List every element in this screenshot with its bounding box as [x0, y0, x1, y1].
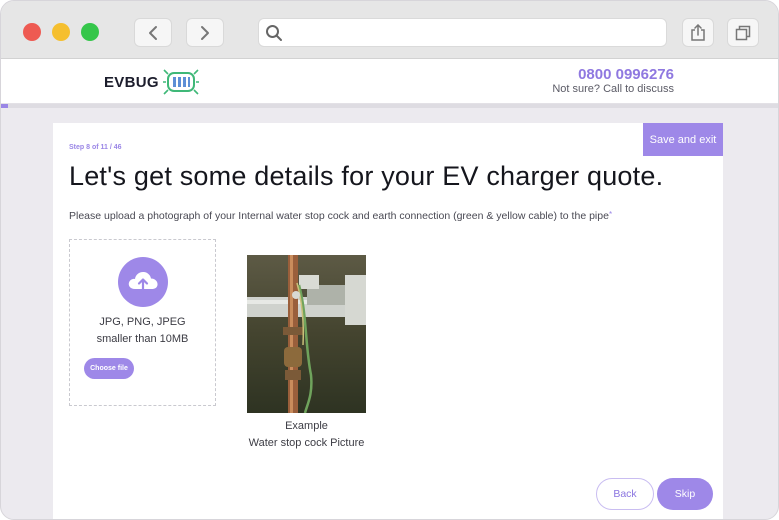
save-and-exit-button[interactable]: Save and exit	[643, 123, 723, 156]
step-indicator: Step 8 of 11 / 46	[69, 144, 122, 151]
skip-button[interactable]: Skip	[657, 478, 713, 510]
close-window-button[interactable]	[23, 23, 41, 41]
accepted-formats: JPG, PNG, JPEG	[99, 316, 186, 328]
address-bar[interactable]	[258, 18, 667, 47]
required-mark: *	[608, 210, 613, 219]
minimize-window-button[interactable]	[52, 23, 70, 41]
phone-number[interactable]: 0800 0996276	[578, 66, 674, 83]
example-label: Example	[285, 420, 328, 432]
maximize-window-button[interactable]	[81, 23, 99, 41]
max-file-size: smaller than 10MB	[96, 333, 189, 345]
cloud-upload-icon	[118, 257, 168, 307]
choose-file-button[interactable]: Choose file	[84, 358, 134, 379]
upload-instruction: Please upload a photograph of your Inter…	[69, 210, 612, 222]
logo-text: EVBUG	[104, 73, 159, 91]
browser-window: EVBUG 0800 0996276 Not sure? Call to dis…	[0, 0, 779, 520]
upload-instruction-text: Please upload a photograph of your Inter…	[69, 210, 609, 222]
page-title: Let's get some details for your EV charg…	[69, 161, 664, 191]
browser-forward-button[interactable]	[186, 18, 224, 47]
progress-bar	[1, 104, 778, 108]
example-caption: Water stop cock Picture	[248, 437, 365, 449]
chevron-left-icon	[149, 25, 157, 40]
progress-bar-fill	[1, 104, 8, 108]
example-photo	[247, 255, 366, 413]
call-to-discuss-text: Not sure? Call to discuss	[552, 83, 674, 95]
share-icon	[691, 23, 705, 41]
battery-bug-icon	[162, 69, 199, 95]
form-card: Save and exit Step 8 of 11 / 46 Let's ge…	[53, 123, 723, 519]
share-button[interactable]	[682, 18, 714, 47]
search-icon	[266, 25, 282, 41]
logo[interactable]: EVBUG	[104, 68, 199, 96]
site-header: EVBUG 0800 0996276 Not sure? Call to dis…	[1, 59, 778, 104]
back-button[interactable]: Back	[596, 478, 654, 510]
upload-dropzone[interactable]: JPG, PNG, JPEG smaller than 10MB Choose …	[69, 239, 216, 406]
browser-back-button[interactable]	[134, 18, 172, 47]
tabs-button[interactable]	[727, 18, 759, 47]
browser-toolbar	[1, 1, 778, 59]
chevron-right-icon	[201, 25, 209, 40]
tabs-icon	[735, 25, 751, 40]
